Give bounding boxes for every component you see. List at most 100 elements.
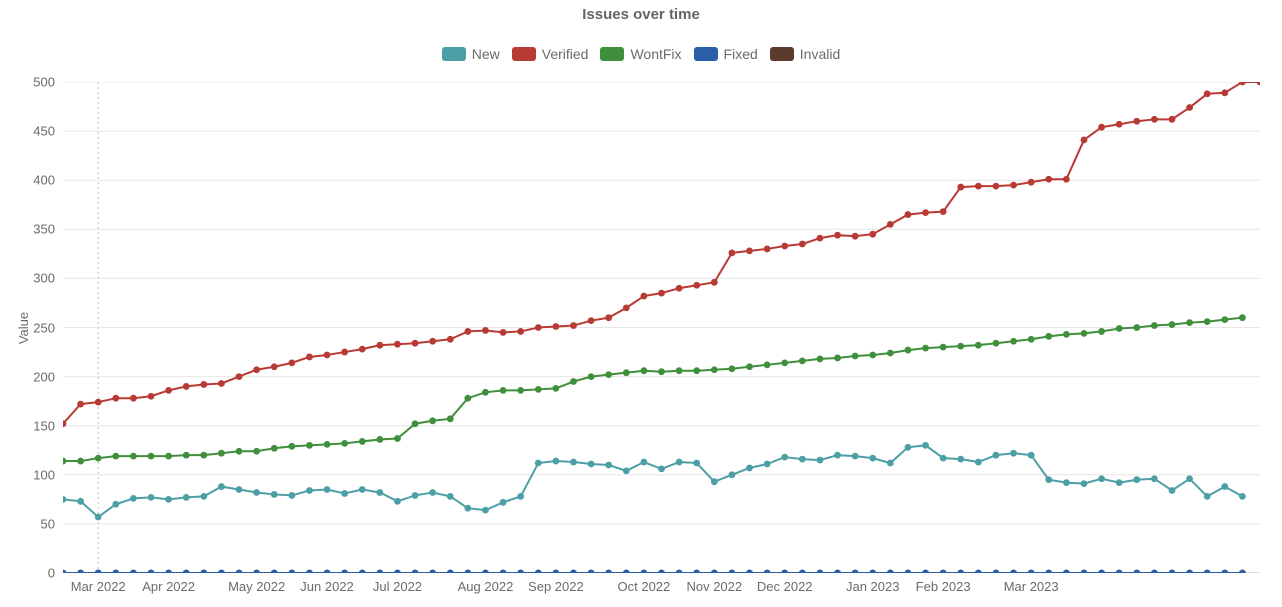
data-point[interactable] xyxy=(1081,330,1088,337)
data-point[interactable] xyxy=(63,458,66,465)
data-point[interactable] xyxy=(1010,570,1017,573)
data-point[interactable] xyxy=(1239,493,1246,500)
data-point[interactable] xyxy=(905,211,912,218)
data-point[interactable] xyxy=(288,492,295,499)
data-point[interactable] xyxy=(570,378,577,385)
data-point[interactable] xyxy=(341,440,348,447)
data-point[interactable] xyxy=(535,386,542,393)
data-point[interactable] xyxy=(218,380,225,387)
data-point[interactable] xyxy=(1186,319,1193,326)
data-point[interactable] xyxy=(271,363,278,370)
data-point[interactable] xyxy=(764,570,771,573)
data-point[interactable] xyxy=(676,570,683,573)
data-point[interactable] xyxy=(852,353,859,360)
data-point[interactable] xyxy=(905,444,912,451)
data-point[interactable] xyxy=(1028,336,1035,343)
data-point[interactable] xyxy=(746,570,753,573)
data-point[interactable] xyxy=(729,570,736,573)
data-point[interactable] xyxy=(746,465,753,472)
data-point[interactable] xyxy=(95,455,102,462)
data-point[interactable] xyxy=(306,570,313,573)
data-point[interactable] xyxy=(623,369,630,376)
data-point[interactable] xyxy=(729,365,736,372)
data-point[interactable] xyxy=(623,467,630,474)
data-point[interactable] xyxy=(1151,475,1158,482)
data-point[interactable] xyxy=(676,367,683,374)
data-point[interactable] xyxy=(412,570,419,573)
data-point[interactable] xyxy=(1116,325,1123,332)
data-point[interactable] xyxy=(957,343,964,350)
data-point[interactable] xyxy=(1186,104,1193,111)
data-point[interactable] xyxy=(517,387,524,394)
data-point[interactable] xyxy=(148,494,155,501)
data-point[interactable] xyxy=(517,493,524,500)
data-point[interactable] xyxy=(781,570,788,573)
data-point[interactable] xyxy=(605,462,612,469)
data-point[interactable] xyxy=(1221,570,1228,573)
data-point[interactable] xyxy=(429,338,436,345)
data-point[interactable] xyxy=(711,366,718,373)
data-point[interactable] xyxy=(1081,480,1088,487)
data-point[interactable] xyxy=(869,231,876,238)
data-point[interactable] xyxy=(922,570,929,573)
data-point[interactable] xyxy=(253,448,260,455)
data-point[interactable] xyxy=(957,184,964,191)
data-point[interactable] xyxy=(236,373,243,380)
data-point[interactable] xyxy=(517,328,524,335)
data-point[interactable] xyxy=(112,570,119,573)
data-point[interactable] xyxy=(1151,570,1158,573)
data-point[interactable] xyxy=(887,570,894,573)
data-point[interactable] xyxy=(676,459,683,466)
data-point[interactable] xyxy=(1221,89,1228,96)
data-point[interactable] xyxy=(1116,570,1123,573)
data-point[interactable] xyxy=(271,491,278,498)
data-point[interactable] xyxy=(605,570,612,573)
data-point[interactable] xyxy=(429,417,436,424)
data-point[interactable] xyxy=(1063,479,1070,486)
data-point[interactable] xyxy=(922,442,929,449)
data-point[interactable] xyxy=(1133,570,1140,573)
data-point[interactable] xyxy=(535,324,542,331)
data-point[interactable] xyxy=(1257,82,1260,85)
data-point[interactable] xyxy=(288,570,295,573)
data-point[interactable] xyxy=(1133,118,1140,125)
data-point[interactable] xyxy=(781,243,788,250)
data-point[interactable] xyxy=(482,507,489,514)
data-point[interactable] xyxy=(464,328,471,335)
data-point[interactable] xyxy=(306,487,313,494)
data-point[interactable] xyxy=(236,570,243,573)
data-point[interactable] xyxy=(341,490,348,497)
data-point[interactable] xyxy=(975,570,982,573)
data-point[interactable] xyxy=(869,352,876,359)
data-point[interactable] xyxy=(940,344,947,351)
data-point[interactable] xyxy=(130,395,137,402)
data-point[interactable] xyxy=(165,496,172,503)
data-point[interactable] xyxy=(623,304,630,311)
data-point[interactable] xyxy=(253,366,260,373)
data-point[interactable] xyxy=(63,496,66,503)
data-point[interactable] xyxy=(799,456,806,463)
data-point[interactable] xyxy=(552,323,559,330)
data-point[interactable] xyxy=(588,373,595,380)
data-point[interactable] xyxy=(1151,116,1158,123)
data-point[interactable] xyxy=(112,453,119,460)
data-point[interactable] xyxy=(183,494,190,501)
data-point[interactable] xyxy=(552,570,559,573)
data-point[interactable] xyxy=(1239,82,1246,85)
data-point[interactable] xyxy=(693,282,700,289)
data-point[interactable] xyxy=(852,233,859,240)
data-point[interactable] xyxy=(605,371,612,378)
data-point[interactable] xyxy=(676,285,683,292)
data-point[interactable] xyxy=(1151,322,1158,329)
data-point[interactable] xyxy=(799,357,806,364)
data-point[interactable] xyxy=(376,436,383,443)
data-point[interactable] xyxy=(500,329,507,336)
legend-item-fixed[interactable]: Fixed xyxy=(694,46,758,62)
data-point[interactable] xyxy=(1098,475,1105,482)
data-point[interactable] xyxy=(447,415,454,422)
data-point[interactable] xyxy=(834,355,841,362)
data-point[interactable] xyxy=(1081,137,1088,144)
data-point[interactable] xyxy=(1098,328,1105,335)
data-point[interactable] xyxy=(165,570,172,573)
data-point[interactable] xyxy=(376,570,383,573)
